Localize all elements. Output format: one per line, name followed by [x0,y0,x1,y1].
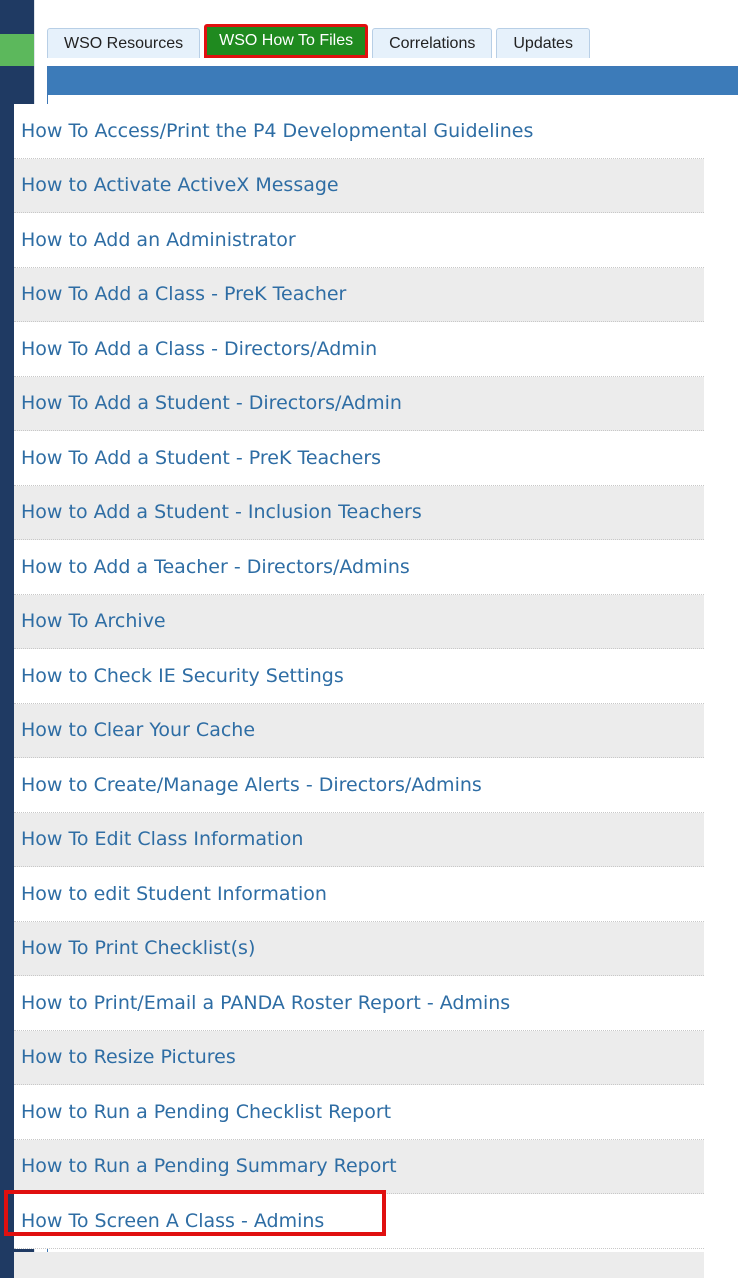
how-to-link-add-class-directors-admin[interactable]: How To Add a Class - Directors/Admin [14,322,704,377]
how-to-link-run-pending-summary-report[interactable]: How to Run a Pending Summary Report [14,1139,704,1194]
background-green-strip [0,34,34,66]
how-to-link-add-student-directors-admin[interactable]: How To Add a Student - Directors/Admin [14,376,704,431]
how-to-link-edit-student-information[interactable]: How to edit Student Information [14,867,704,922]
how-to-link-add-student-prek-teachers[interactable]: How To Add a Student - PreK Teachers [14,431,704,486]
how-to-link-run-pending-checklist-report[interactable]: How to Run a Pending Checklist Report [14,1085,704,1140]
how-to-link-activate-activex[interactable]: How to Activate ActiveX Message [14,158,704,213]
tab-wso-resources[interactable]: WSO Resources [47,28,201,58]
how-to-files-list: How To Access/Print the P4 Developmental… [4,104,704,1249]
tab-updates[interactable]: Updates [496,28,590,58]
list-header-bar [48,67,738,95]
how-to-link-screen-class-admins-label: How To Screen A Class - Admins [21,1209,325,1232]
tab-correlations[interactable]: Correlations [372,28,493,58]
how-to-link-access-print-guidelines[interactable]: How To Access/Print the P4 Developmental… [14,104,704,159]
how-to-link-add-class-prek-teacher[interactable]: How To Add a Class - PreK Teacher [14,267,704,322]
list-next-row [14,1252,704,1278]
how-to-link-check-ie-security[interactable]: How to Check IE Security Settings [14,649,704,704]
how-to-link-resize-pictures[interactable]: How to Resize Pictures [14,1030,704,1085]
how-to-link-screen-class-admins[interactable]: How To Screen A Class - Admins [4,1190,704,1249]
tab-wso-how-to-files[interactable]: WSO How To Files [204,24,369,58]
how-to-link-add-student-inclusion-teachers[interactable]: How to Add a Student - Inclusion Teacher… [14,485,704,540]
resource-tabs: WSO Resources WSO How To Files Correlati… [47,22,590,58]
how-to-link-clear-cache[interactable]: How to Clear Your Cache [14,703,704,758]
how-to-link-print-checklists[interactable]: How To Print Checklist(s) [14,921,704,976]
how-to-link-add-teacher-directors-admins[interactable]: How to Add a Teacher - Directors/Admins [14,540,704,595]
how-to-link-archive[interactable]: How To Archive [14,594,704,649]
how-to-link-add-administrator[interactable]: How to Add an Administrator [14,213,704,268]
how-to-link-create-manage-alerts[interactable]: How to Create/Manage Alerts - Directors/… [14,758,704,813]
how-to-link-edit-class-information[interactable]: How To Edit Class Information [14,812,704,867]
how-to-link-print-email-roster-report[interactable]: How to Print/Email a PANDA Roster Report… [14,976,704,1031]
